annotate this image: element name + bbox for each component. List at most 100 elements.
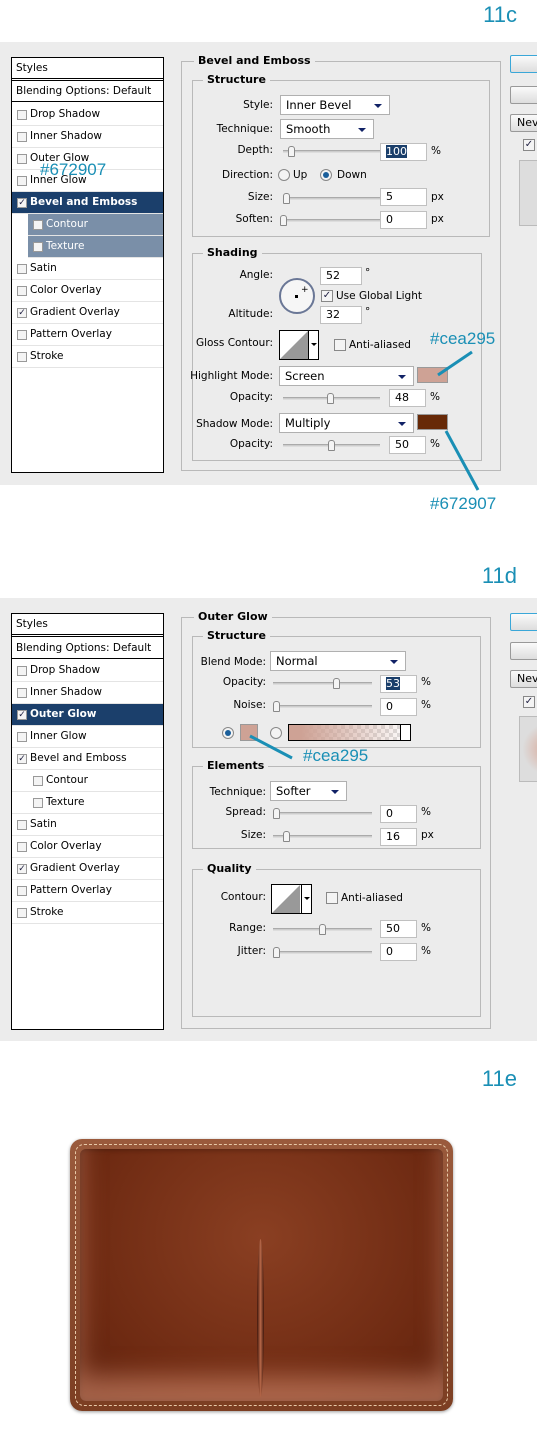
checkbox[interactable]: ✓ xyxy=(17,864,27,874)
checkbox[interactable] xyxy=(17,842,27,852)
depth-input[interactable]: 100 xyxy=(380,143,427,161)
checkbox[interactable] xyxy=(17,154,27,164)
styles-header[interactable]: Styles xyxy=(12,58,163,81)
checkbox[interactable] xyxy=(17,264,27,274)
shadow-opacity-slider[interactable] xyxy=(283,440,380,451)
shadow-opacity-input[interactable]: 50 xyxy=(389,436,426,454)
anti-aliased-checkbox[interactable] xyxy=(334,339,346,351)
blend-mode-dropdown[interactable]: Normal xyxy=(270,651,406,671)
checkbox[interactable] xyxy=(17,820,27,830)
checkbox[interactable]: ✓ xyxy=(17,308,27,318)
new-style-button[interactable]: Nev xyxy=(510,670,537,688)
checkbox[interactable] xyxy=(17,132,27,142)
anti-aliased-checkbox[interactable] xyxy=(326,892,338,904)
style-item-inner-glow[interactable]: Inner Glow xyxy=(12,726,163,748)
range-slider[interactable] xyxy=(273,924,372,935)
checkbox[interactable]: ✓ xyxy=(17,198,27,208)
noise-slider[interactable] xyxy=(273,701,372,712)
gradient-picker[interactable] xyxy=(288,724,411,741)
checkbox[interactable] xyxy=(17,886,27,896)
highlight-mode-dropdown[interactable]: Screen xyxy=(279,366,414,386)
altitude-input[interactable]: 32 xyxy=(320,306,362,324)
cancel-button[interactable] xyxy=(510,86,537,104)
highlight-color-swatch[interactable] xyxy=(417,367,448,383)
technique-dropdown[interactable]: Smooth xyxy=(280,119,374,139)
direction-down-radio[interactable] xyxy=(320,169,332,181)
style-item-bevel-and-emboss[interactable]: ✓ Bevel and Emboss xyxy=(12,748,163,770)
glow-color-swatch[interactable] xyxy=(240,724,258,741)
technique-dropdown[interactable]: Softer xyxy=(270,781,347,801)
opacity-thumb[interactable] xyxy=(333,678,340,689)
checkbox[interactable] xyxy=(17,732,27,742)
highlight-opacity-input[interactable]: 48 xyxy=(389,389,426,407)
checkbox[interactable] xyxy=(17,330,27,340)
style-item-color-overlay[interactable]: Color Overlay xyxy=(12,280,163,302)
opacity-input[interactable]: 53 xyxy=(380,675,417,693)
style-item-satin[interactable]: Satin xyxy=(12,258,163,280)
solid-color-radio[interactable] xyxy=(222,727,234,739)
checkbox[interactable] xyxy=(17,666,27,676)
checkbox[interactable] xyxy=(17,908,27,918)
highlight-opacity-thumb[interactable] xyxy=(327,393,334,404)
range-thumb[interactable] xyxy=(319,924,326,935)
checkbox[interactable] xyxy=(17,176,27,186)
ok-button[interactable] xyxy=(510,55,537,73)
soften-input[interactable]: 0 xyxy=(380,211,427,229)
styles-header[interactable]: Styles xyxy=(12,614,163,637)
shadow-mode-dropdown[interactable]: Multiply xyxy=(279,413,414,433)
chevron-down-icon[interactable] xyxy=(400,725,410,740)
soften-slider[interactable] xyxy=(280,215,380,226)
gloss-contour-picker[interactable] xyxy=(279,330,319,360)
angle-input[interactable]: 52 xyxy=(320,267,362,285)
checkbox[interactable] xyxy=(17,352,27,362)
checkbox[interactable] xyxy=(33,220,43,230)
jitter-thumb[interactable] xyxy=(273,947,280,958)
checkbox[interactable] xyxy=(33,798,43,808)
highlight-opacity-slider[interactable] xyxy=(283,393,380,404)
size-input[interactable]: 16 xyxy=(380,828,417,846)
global-light-checkbox[interactable]: ✓ xyxy=(321,290,333,302)
style-item-drop-shadow[interactable]: Drop Shadow xyxy=(12,104,163,126)
style-item-bevel-and-emboss[interactable]: ✓ Bevel and Emboss xyxy=(12,192,163,214)
checkbox[interactable] xyxy=(33,242,43,252)
style-dropdown[interactable]: Inner Bevel xyxy=(280,95,390,115)
size-slider[interactable] xyxy=(273,831,372,842)
size-thumb[interactable] xyxy=(283,831,290,842)
depth-slider-thumb[interactable] xyxy=(288,146,295,157)
style-item-pattern-overlay[interactable]: Pattern Overlay xyxy=(12,324,163,346)
checkbox[interactable]: ✓ xyxy=(17,754,27,764)
style-item-texture[interactable]: Texture xyxy=(28,236,163,258)
blending-options[interactable]: Blending Options: Default xyxy=(12,81,163,102)
checkbox[interactable] xyxy=(33,776,43,786)
depth-slider[interactable] xyxy=(283,146,380,157)
preview-checkbox[interactable]: ✓ xyxy=(523,139,535,151)
spread-input[interactable]: 0 xyxy=(380,805,417,823)
direction-up-radio[interactable] xyxy=(278,169,290,181)
checkbox[interactable] xyxy=(17,110,27,120)
range-input[interactable]: 50 xyxy=(380,920,417,938)
noise-input[interactable]: 0 xyxy=(380,698,417,716)
size-slider-thumb[interactable] xyxy=(283,193,290,204)
soften-slider-thumb[interactable] xyxy=(280,215,287,226)
checkbox[interactable] xyxy=(17,286,27,296)
chevron-down-icon[interactable] xyxy=(301,885,311,913)
opacity-slider[interactable] xyxy=(273,678,372,689)
preview-checkbox[interactable]: ✓ xyxy=(523,696,535,708)
shadow-color-swatch[interactable] xyxy=(417,414,448,430)
noise-thumb[interactable] xyxy=(273,701,280,712)
jitter-slider[interactable] xyxy=(273,947,372,958)
ok-button[interactable] xyxy=(510,613,537,631)
size-input[interactable]: 5 xyxy=(380,188,427,206)
style-item-gradient-overlay[interactable]: ✓ Gradient Overlay xyxy=(12,302,163,324)
new-style-button[interactable]: Nev xyxy=(510,114,537,132)
angle-dial[interactable]: + xyxy=(279,278,315,314)
style-item-stroke[interactable]: Stroke xyxy=(12,346,163,368)
size-slider[interactable] xyxy=(283,193,380,204)
jitter-input[interactable]: 0 xyxy=(380,943,417,961)
cancel-button[interactable] xyxy=(510,642,537,660)
shadow-opacity-thumb[interactable] xyxy=(328,440,335,451)
chevron-down-icon[interactable] xyxy=(308,331,318,359)
spread-thumb[interactable] xyxy=(273,808,280,819)
style-item-inner-shadow[interactable]: Inner Shadow xyxy=(12,126,163,148)
style-item-gradient-overlay[interactable]: ✓ Gradient Overlay xyxy=(12,858,163,880)
